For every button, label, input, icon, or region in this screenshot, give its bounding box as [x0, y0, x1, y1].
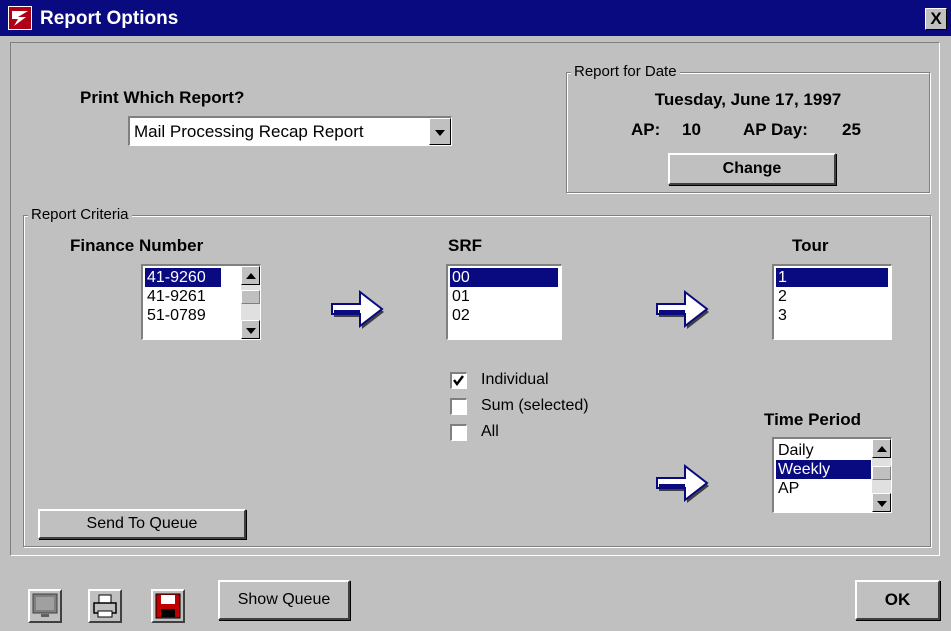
report-dropdown-button[interactable] — [429, 118, 451, 145]
finance-number-listbox[interactable]: 41-9260 41-9261 51-0789 — [141, 264, 261, 340]
ok-button[interactable]: OK — [855, 580, 940, 620]
report-options-window: Report Options X Print Which Report? Mai… — [0, 0, 951, 631]
report-criteria-group-label: Report Criteria — [28, 206, 132, 223]
ap-day-label: AP Day: — [743, 120, 808, 139]
monitor-button[interactable] — [28, 589, 62, 623]
report-select-dropdown[interactable]: Mail Processing Recap Report — [128, 116, 452, 146]
report-date-text: Tuesday, June 17, 1997 — [654, 90, 842, 109]
individual-label: Individual — [481, 371, 549, 388]
close-button[interactable]: X — [925, 8, 947, 30]
chevron-down-icon — [245, 327, 256, 334]
print-button[interactable] — [88, 589, 122, 623]
finance-item-41-9260[interactable]: 41-9260 — [145, 268, 221, 287]
save-button[interactable] — [151, 589, 185, 623]
app-eagle-icon — [8, 6, 32, 30]
scroll-up-button[interactable] — [872, 439, 891, 458]
tour-item-3[interactable]: 3 — [776, 306, 888, 325]
time-period-scrollbar[interactable] — [872, 439, 891, 512]
all-label: All — [481, 423, 499, 440]
title-bar[interactable]: Report Options X — [0, 0, 951, 36]
chevron-down-icon — [435, 129, 445, 136]
window-title: Report Options — [40, 8, 179, 29]
show-queue-button[interactable]: Show Queue — [218, 580, 350, 620]
scroll-down-button[interactable] — [241, 320, 260, 339]
monitor-icon — [32, 593, 58, 617]
time-item-daily[interactable]: Daily — [776, 441, 871, 460]
scroll-down-button[interactable] — [872, 493, 891, 512]
scroll-thumb[interactable] — [872, 466, 891, 480]
report-select-label: Print Which Report? — [80, 88, 245, 107]
srf-item-01[interactable]: 01 — [450, 287, 558, 306]
tour-label: Tour — [792, 236, 829, 255]
right-arrow-icon — [656, 290, 709, 329]
right-arrow-icon — [656, 464, 709, 503]
chevron-down-icon — [876, 500, 887, 507]
time-item-ap[interactable]: AP — [776, 479, 871, 498]
finance-item-41-9261[interactable]: 41-9261 — [145, 287, 221, 306]
srf-listbox[interactable]: 00 01 02 — [446, 264, 562, 340]
time-period-listbox[interactable]: Daily Weekly AP — [772, 437, 892, 513]
send-to-queue-button[interactable]: Send To Queue — [38, 509, 246, 539]
tour-item-1[interactable]: 1 — [776, 268, 888, 287]
chevron-up-icon — [876, 445, 887, 452]
save-disk-icon — [155, 593, 181, 619]
report-date-group-label: Report for Date — [571, 63, 680, 80]
finance-item-51-0789[interactable]: 51-0789 — [145, 306, 221, 325]
checkmark-icon — [453, 375, 464, 386]
scroll-thumb[interactable] — [241, 290, 260, 304]
sum-selected-label: Sum (selected) — [481, 397, 589, 414]
ap-label: AP: — [631, 120, 661, 139]
right-arrow-icon — [331, 290, 384, 329]
tour-item-2[interactable]: 2 — [776, 287, 888, 306]
ap-day-value: 25 — [842, 120, 861, 139]
all-checkbox[interactable] — [450, 424, 467, 441]
finance-number-label: Finance Number — [70, 236, 204, 255]
report-select-value: Mail Processing Recap Report — [134, 122, 364, 141]
change-date-button[interactable]: Change — [668, 153, 836, 185]
chevron-up-icon — [245, 272, 256, 279]
srf-item-02[interactable]: 02 — [450, 306, 558, 325]
scroll-up-button[interactable] — [241, 266, 260, 285]
time-period-label: Time Period — [764, 410, 861, 429]
srf-item-00[interactable]: 00 — [450, 268, 558, 287]
ap-value: 10 — [682, 120, 701, 139]
time-item-weekly[interactable]: Weekly — [776, 460, 871, 479]
sum-selected-checkbox[interactable] — [450, 398, 467, 415]
finance-scrollbar[interactable] — [241, 266, 260, 339]
tour-listbox[interactable]: 1 2 3 — [772, 264, 892, 340]
printer-icon — [93, 594, 117, 618]
individual-checkbox[interactable] — [450, 372, 467, 389]
srf-label: SRF — [448, 236, 482, 255]
